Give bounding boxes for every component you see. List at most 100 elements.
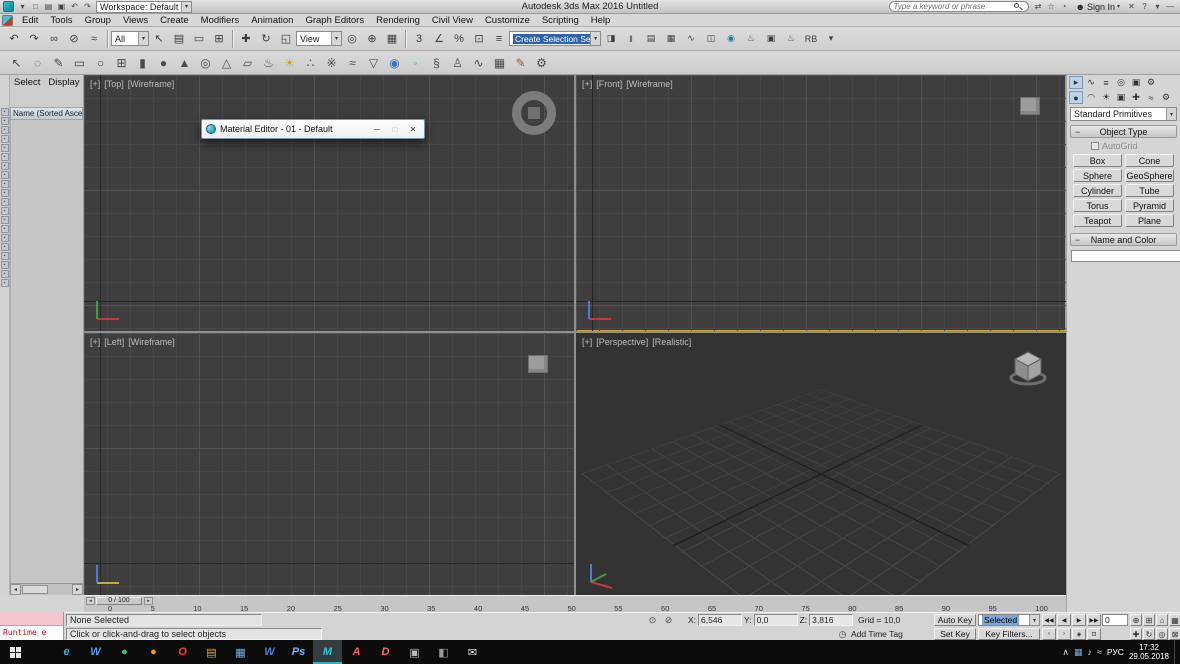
shelf-bones-icon[interactable]: § bbox=[426, 52, 447, 73]
select-object-icon[interactable]: ↖ bbox=[149, 29, 169, 49]
shelf-material-sphere-icon[interactable]: ◉ bbox=[384, 52, 405, 73]
tab-create[interactable]: ▸ bbox=[1069, 76, 1083, 89]
tray-antivirus-icon[interactable]: ▦ bbox=[1074, 647, 1083, 658]
schematic-view-icon[interactable]: ◫ bbox=[701, 29, 721, 49]
se-filter-icon[interactable]: ▪ bbox=[1, 279, 9, 287]
viewport-menu-view[interactable]: [Top] bbox=[104, 79, 124, 89]
viewport-left[interactable]: [+] [Left] [Wireframe] bbox=[84, 333, 574, 595]
favorites-icon[interactable]: ☆ bbox=[1044, 1, 1057, 13]
tray-expand-icon[interactable]: ∧ bbox=[1062, 647, 1069, 658]
redo-icon[interactable]: ↷ bbox=[24, 29, 44, 49]
menu-animation[interactable]: Animation bbox=[245, 15, 299, 26]
next-key-icon[interactable]: › bbox=[1057, 628, 1071, 640]
menu-tools[interactable]: Tools bbox=[44, 15, 78, 26]
collapse-titlebar-icon[interactable]: — bbox=[1164, 1, 1177, 13]
go-to-start-icon[interactable]: ◀◀ bbox=[1042, 614, 1056, 626]
maxscript-output-line[interactable]: Runtime e bbox=[0, 626, 63, 640]
taskbar-opera-icon[interactable]: O bbox=[168, 640, 197, 664]
selection-region-icon[interactable]: ▭ bbox=[189, 29, 209, 49]
zoom-all-icon[interactable]: ⊞ bbox=[1143, 614, 1155, 626]
shelf-cloth-icon[interactable]: ▦ bbox=[489, 52, 510, 73]
taskbar-messenger-icon[interactable]: ● bbox=[110, 640, 139, 664]
search-input[interactable] bbox=[893, 2, 1013, 11]
object-category-dropdown[interactable]: Standard Primitives ▾ bbox=[1070, 107, 1177, 121]
tab-hierarchy[interactable]: ≡ bbox=[1099, 76, 1113, 89]
taskbar-clock[interactable]: 17:32 29.05.2018 bbox=[1129, 643, 1169, 661]
tray-network-icon[interactable]: ≈ bbox=[1097, 647, 1102, 657]
angle-snap-icon[interactable]: ∠ bbox=[429, 29, 449, 49]
previous-frame-icon[interactable]: ◀ bbox=[1057, 614, 1071, 626]
zoom-extents-icon[interactable]: ⌂ bbox=[1156, 614, 1168, 626]
menu-modifiers[interactable]: Modifiers bbox=[195, 15, 246, 26]
object-type-rollout[interactable]: − Object Type bbox=[1070, 125, 1177, 138]
key-filters-button[interactable]: Key Filters... bbox=[978, 628, 1040, 640]
time-slider[interactable]: 0 / 100 bbox=[96, 597, 142, 605]
maximize-viewport-toggle-icon[interactable]: ⊠ bbox=[1169, 628, 1180, 640]
viewport-menu-shading[interactable]: [Realistic] bbox=[652, 337, 691, 347]
bind-to-space-warp-icon[interactable]: ≈ bbox=[84, 29, 104, 49]
viewcube-icon[interactable] bbox=[512, 91, 556, 135]
zoom-extents-all-icon[interactable]: ▦ bbox=[1169, 614, 1180, 626]
viewport-menu-view[interactable]: [Left] bbox=[104, 337, 124, 347]
shelf-sun-icon[interactable]: ☀ bbox=[279, 52, 300, 73]
se-hierarchy-icon[interactable]: ▪ bbox=[1, 261, 9, 269]
shelf-settings-icon[interactable]: ⚙ bbox=[531, 52, 552, 73]
maxscript-macro-line[interactable] bbox=[0, 612, 63, 626]
se-helpers-icon[interactable]: ▪ bbox=[1, 189, 9, 197]
tray-volume-icon[interactable]: ♪ bbox=[1087, 647, 1092, 657]
taskbar-edge-icon[interactable]: e bbox=[52, 640, 81, 664]
autogrid-checkbox[interactable] bbox=[1091, 142, 1099, 150]
menu-scripting[interactable]: Scripting bbox=[536, 15, 585, 26]
key-mode-toggle-icon[interactable]: ◈ bbox=[1072, 628, 1086, 640]
sync-status-icon[interactable]: ⇄ bbox=[1031, 1, 1044, 13]
menu-rendering[interactable]: Rendering bbox=[370, 15, 426, 26]
start-button[interactable] bbox=[0, 640, 30, 664]
maximize-icon[interactable]: □ bbox=[388, 123, 402, 136]
field-of-view-icon[interactable]: ◎ bbox=[1156, 628, 1168, 640]
time-tag-clock-icon[interactable]: ◷ bbox=[836, 628, 849, 640]
tab-modify[interactable]: ∿ bbox=[1084, 76, 1098, 89]
help-icon[interactable]: ? bbox=[1138, 1, 1151, 13]
pan-view-icon[interactable]: ✚ bbox=[1130, 628, 1142, 640]
pyramid-button[interactable]: Pyramid bbox=[1125, 199, 1174, 212]
sign-in-button[interactable]: ☻ Sign In ▾ bbox=[1072, 2, 1123, 12]
se-geometry-icon[interactable]: ▪ bbox=[1, 153, 9, 161]
minimize-icon[interactable]: ─ bbox=[370, 123, 384, 136]
render-rb-icon[interactable]: RB bbox=[801, 29, 821, 49]
shelf-wind-icon[interactable]: ≈ bbox=[342, 52, 363, 73]
unlink-selection-icon[interactable]: ⊘ bbox=[64, 29, 84, 49]
viewcube-icon[interactable] bbox=[1020, 97, 1040, 115]
se-lock-icon[interactable]: ▪ bbox=[1, 126, 9, 134]
material-editor-dialog[interactable]: Material Editor - 01 - Default ─ □ ✕ bbox=[201, 119, 425, 139]
taskbar-word-icon[interactable]: W bbox=[255, 640, 284, 664]
close-search-icon[interactable]: ✕ bbox=[1125, 1, 1138, 13]
use-center-icon[interactable]: ◎ bbox=[342, 29, 362, 49]
se-xrefs-icon[interactable]: ▪ bbox=[1, 216, 9, 224]
render-setup-icon[interactable]: ♨ bbox=[741, 29, 761, 49]
y-coordinate-field[interactable]: 0,0 bbox=[754, 614, 798, 626]
auto-key-button[interactable]: Auto Key bbox=[934, 614, 976, 626]
menu-views[interactable]: Views bbox=[117, 15, 154, 26]
tube-button[interactable]: Tube bbox=[1125, 184, 1174, 197]
shelf-cone-icon[interactable]: ▲ bbox=[174, 52, 195, 73]
layer-explorer-icon[interactable]: ▤ bbox=[641, 29, 661, 49]
shelf-select-icon[interactable]: ↖ bbox=[6, 52, 27, 73]
shelf-paint-select-icon[interactable]: ✎ bbox=[48, 52, 69, 73]
search-icon[interactable] bbox=[1013, 2, 1022, 11]
teapot-button[interactable]: Teapot bbox=[1073, 214, 1122, 227]
viewport-perspective[interactable]: [+] [Perspective] [Realistic] bbox=[576, 333, 1066, 595]
taskbar-folder-icon[interactable]: ▤ bbox=[197, 640, 226, 664]
workspace-dropdown[interactable]: Workspace: Default ▾ bbox=[96, 1, 192, 13]
render-production-icon[interactable]: ♨ bbox=[781, 29, 801, 49]
viewport-menu-plus[interactable]: [+] bbox=[90, 337, 100, 347]
taskbar-3dsmax-icon[interactable]: M bbox=[313, 640, 342, 664]
category-lights-icon[interactable]: ☀ bbox=[1099, 91, 1113, 104]
menu-edit[interactable]: Edit bbox=[16, 15, 44, 26]
shelf-teapot-icon[interactable]: ♨ bbox=[258, 52, 279, 73]
tab-motion[interactable]: ◎ bbox=[1114, 76, 1128, 89]
viewport-menu-shading[interactable]: [Wireframe] bbox=[128, 337, 175, 347]
name-color-rollout[interactable]: − Name and Color bbox=[1070, 233, 1177, 246]
select-and-scale-icon[interactable]: ◱ bbox=[276, 29, 296, 49]
shelf-sphere-icon[interactable]: ● bbox=[153, 52, 174, 73]
undo-icon[interactable]: ↶ bbox=[4, 29, 24, 49]
